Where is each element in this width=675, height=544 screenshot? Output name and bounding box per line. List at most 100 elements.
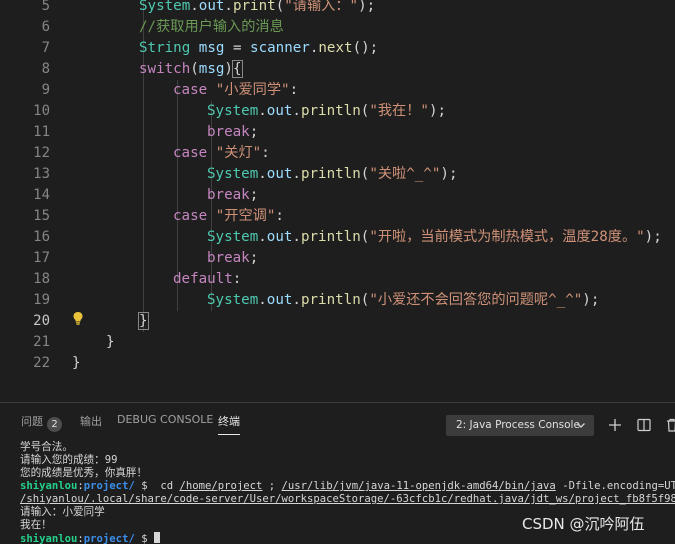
line-number: 8 bbox=[41, 61, 50, 77]
plus-icon[interactable] bbox=[607, 417, 623, 433]
code-token: . bbox=[292, 166, 301, 182]
code-token: "关啦^_^" bbox=[369, 166, 441, 182]
code-line[interactable]: 6 //获取用户输入的消息 bbox=[0, 17, 675, 38]
tab-debug-console[interactable]: DEBUG CONSOLE bbox=[117, 413, 213, 426]
code-token: : bbox=[289, 82, 299, 98]
code-token: "开空调" bbox=[215, 208, 276, 224]
code-line[interactable]: 10 System.out.println("我在！"); bbox=[0, 101, 675, 122]
code-text: } bbox=[106, 332, 115, 353]
code-line[interactable]: 9 case "小爱同学": bbox=[0, 80, 675, 101]
code-line[interactable]: 18 default: bbox=[0, 269, 675, 290]
code-token: } bbox=[138, 312, 149, 330]
terminal-text: $ cd bbox=[134, 480, 180, 492]
code-text: String msg = scanner.next(); bbox=[139, 38, 378, 59]
code-token: "小爱还不会回答您的问题呢^_^" bbox=[369, 292, 583, 308]
code-token: String bbox=[139, 40, 191, 56]
line-number: 11 bbox=[33, 124, 50, 140]
code-line[interactable]: 5 System.out.print("请输入："); bbox=[0, 0, 675, 17]
terminal-text: ; bbox=[262, 480, 282, 492]
code-token: ) bbox=[224, 61, 233, 77]
terminal-select[interactable]: 2: Java Process Console bbox=[446, 415, 594, 436]
line-number: 17 bbox=[33, 250, 50, 266]
code-token: case bbox=[173, 208, 208, 224]
terminal-text: /shiyanlou/.local/share/code-server/User… bbox=[20, 493, 675, 505]
code-line[interactable]: 13 System.out.println("关啦^_^"); bbox=[0, 164, 675, 185]
code-token: "关灯" bbox=[215, 145, 262, 161]
code-line[interactable]: 11 break; bbox=[0, 122, 675, 143]
code-line[interactable]: 12 case "关灯": bbox=[0, 143, 675, 164]
line-number: 22 bbox=[33, 355, 50, 371]
code-token: default bbox=[173, 271, 233, 287]
code-token: : bbox=[232, 271, 242, 287]
code-token: System bbox=[207, 166, 259, 182]
code-line[interactable]: 14 break; bbox=[0, 185, 675, 206]
code-token: . bbox=[292, 292, 301, 308]
code-text: //获取用户输入的消息 bbox=[139, 17, 284, 38]
code-line[interactable]: 15 case "开空调": bbox=[0, 206, 675, 227]
code-token: out bbox=[266, 166, 293, 182]
code-text: System.out.println("小爱还不会回答您的问题呢^_^"); bbox=[207, 290, 599, 311]
terminal-text: $ bbox=[134, 533, 154, 544]
line-number: 9 bbox=[41, 82, 50, 98]
code-text: } bbox=[72, 353, 81, 374]
code-token: ); bbox=[644, 229, 662, 245]
code-line[interactable]: 20} bbox=[0, 311, 675, 332]
code-token: System bbox=[207, 229, 259, 245]
code-token: println bbox=[300, 166, 361, 182]
code-token: ( bbox=[275, 0, 285, 14]
code-token: . bbox=[292, 229, 301, 245]
code-token: out bbox=[198, 0, 225, 14]
code-token: . bbox=[224, 0, 233, 14]
code-token: scanner bbox=[250, 40, 310, 56]
line-number: 13 bbox=[33, 166, 50, 182]
code-token: System bbox=[139, 0, 191, 14]
code-token: } bbox=[106, 334, 115, 350]
code-line[interactable]: 22} bbox=[0, 353, 675, 374]
terminal-line: shiyanlou:project/ $ cd /home/project ; … bbox=[20, 480, 675, 493]
panel-tabs: 问题 2 输出 DEBUG CONSOLE 终端 2: Java Process… bbox=[0, 403, 675, 437]
line-number: 10 bbox=[33, 103, 50, 119]
terminal-text: 请输入您的成绩：99 bbox=[20, 454, 118, 466]
code-token: out bbox=[266, 229, 293, 245]
tab-terminal[interactable]: 终端 bbox=[218, 413, 240, 429]
code-line[interactable]: 8 switch(msg){ bbox=[0, 59, 675, 80]
code-text: System.out.println("关啦^_^"); bbox=[207, 164, 458, 185]
code-line[interactable]: 21} bbox=[0, 332, 675, 353]
code-text: case "关灯": bbox=[173, 143, 270, 164]
lightbulb-icon[interactable] bbox=[72, 311, 84, 325]
terminal-line: 学号合法。 bbox=[20, 441, 675, 454]
code-token: . bbox=[292, 103, 301, 119]
code-editor[interactable]: 5 System.out.print("请输入："); 6//获取用户输入的消息 7 S… bbox=[0, 0, 675, 402]
tab-problems[interactable]: 问题 bbox=[21, 413, 43, 429]
code-line[interactable]: 16 System.out.println("开啦，当前模式为制热模式，温度28度… bbox=[0, 227, 675, 248]
code-token: System bbox=[207, 292, 259, 308]
trash-icon[interactable] bbox=[664, 417, 675, 433]
terminal-cursor bbox=[153, 532, 160, 543]
terminal-text: /home/project bbox=[179, 480, 263, 492]
code-token: = bbox=[224, 40, 251, 56]
code-line[interactable]: 17 break; bbox=[0, 248, 675, 269]
code-token: ; bbox=[249, 187, 259, 203]
code-token: msg bbox=[198, 40, 225, 56]
line-number: 5 bbox=[41, 0, 50, 14]
code-token: ); bbox=[428, 103, 447, 119]
code-token: : bbox=[261, 145, 270, 161]
code-token: ); bbox=[358, 0, 376, 14]
code-token: "小爱同学" bbox=[215, 82, 290, 98]
chevron-down-icon bbox=[577, 423, 585, 428]
terminal-text: 学号合法。 bbox=[20, 441, 73, 453]
code-text: default: bbox=[173, 269, 241, 290]
code-line[interactable]: 7 String msg = scanner.next(); bbox=[0, 38, 675, 59]
line-number: 7 bbox=[41, 40, 50, 56]
line-number: 19 bbox=[33, 292, 50, 308]
terminal-text: 我在！ bbox=[20, 519, 52, 531]
code-text: break; bbox=[207, 185, 258, 206]
code-token: } bbox=[72, 355, 81, 371]
split-icon[interactable] bbox=[636, 417, 652, 433]
code-token: break bbox=[207, 187, 250, 203]
code-line[interactable]: 19 System.out.println("小爱还不会回答您的问题呢^_^"); bbox=[0, 290, 675, 311]
tab-output[interactable]: 输出 bbox=[80, 413, 102, 429]
